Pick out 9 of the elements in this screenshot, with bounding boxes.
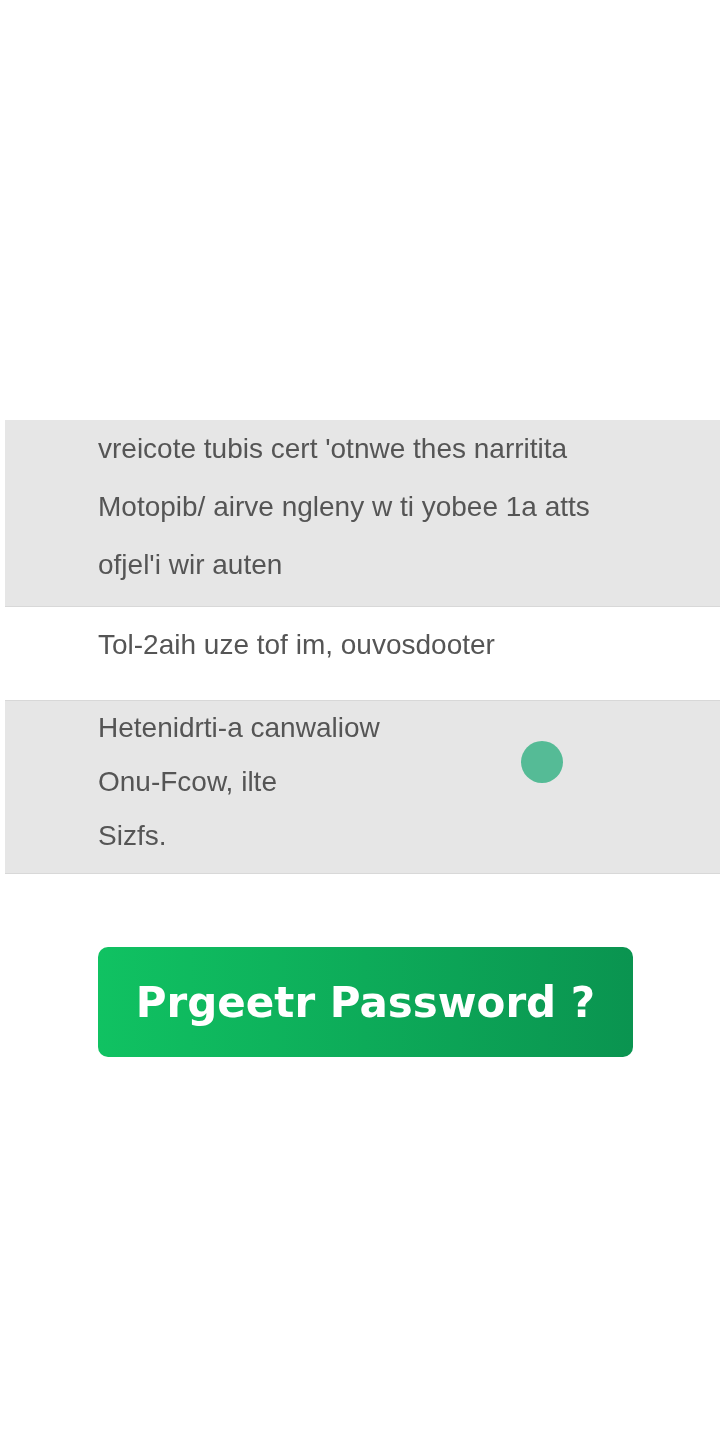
text-line: Sizfs. [98, 819, 167, 853]
status-dot [521, 741, 563, 783]
text-line: Hetenidrti-a canwaliow [98, 711, 380, 745]
text-line: Onu-Fcow, ilte [98, 765, 277, 799]
text-line: Tol-2aih uze tof im, ouvosdooter [98, 628, 495, 662]
text-line: vreicote tubis cert 'otnwe thes narritita [98, 432, 568, 466]
password-button[interactable]: Prgeetr Password ? [98, 947, 633, 1057]
text-line: ofjel'i wir auten [98, 548, 283, 582]
text-line: Motopib/ airve ngleny w ti yobee 1a atts [98, 490, 590, 524]
